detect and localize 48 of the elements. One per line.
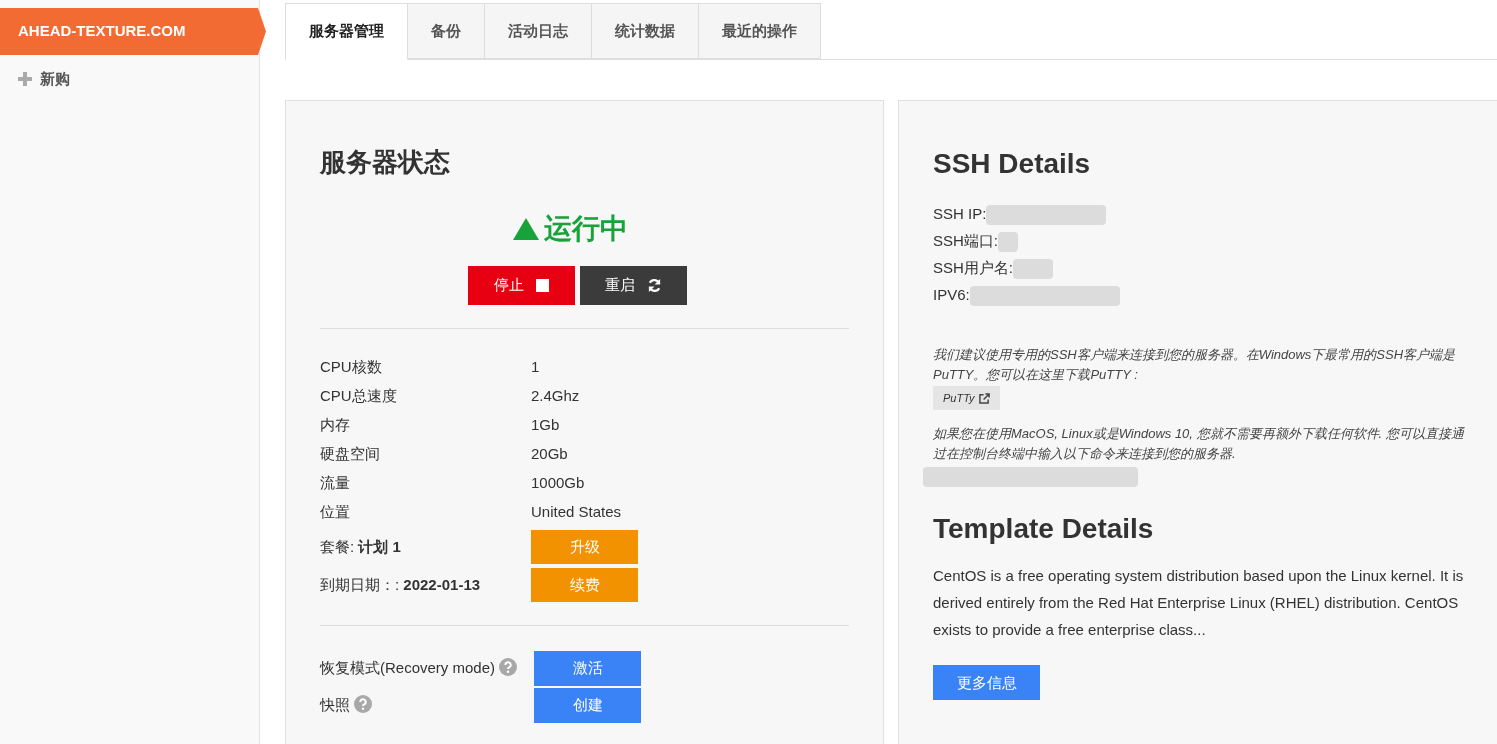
action-label: 快照 <box>320 694 534 717</box>
putty-link[interactable]: PuTTy <box>933 386 1000 411</box>
help-icon <box>354 695 372 714</box>
spec-value: 20Gb <box>531 444 568 465</box>
ssh-field-label: SSH端口: <box>933 231 998 252</box>
spec-value: 1000Gb <box>531 473 585 494</box>
refresh-icon <box>647 278 662 293</box>
spec-label: CPU核数 <box>320 357 383 378</box>
triangle-up-icon <box>511 217 540 241</box>
action-label: 恢复模式(Recovery mode) <box>320 657 534 680</box>
plan-label: 套餐: 计划 1 <box>320 536 402 557</box>
spec-label: 位置 <box>320 502 351 523</box>
help-icon <box>499 658 518 677</box>
spec-label: 流量 <box>320 473 351 494</box>
panel-title: Template Details <box>933 512 1155 547</box>
tab[interactable]: 服务器管理 <box>285 3 408 60</box>
spec-label: 硬盘空间 <box>320 444 381 465</box>
spec-value: 2.4Ghz <box>531 386 580 407</box>
square-icon <box>536 279 549 292</box>
tab[interactable]: 最近的操作 <box>699 3 821 59</box>
panel-title: SSH Details <box>933 147 1092 181</box>
ssh-field-label: IPV6: <box>933 285 970 306</box>
restart-button[interactable]: 重启 <box>580 266 687 305</box>
plan-label: 到期日期：: 2022-01-13 <box>320 574 482 595</box>
spec-label: CPU总速度 <box>320 386 398 407</box>
blurred-value <box>1013 258 1053 279</box>
spec-label: 内存 <box>320 415 351 436</box>
ssh-note: 如果您在使用MacOS, Linux或是Windows 10, 您就不需要再额外下载任何软件. 您可以直接通过在控制台终端中输入以下命令来连接到您的服务器. <box>933 425 1466 464</box>
stop-button[interactable]: 停止 <box>468 266 575 305</box>
plus-icon <box>18 72 32 86</box>
tab[interactable]: 活动日志 <box>485 3 592 59</box>
tab[interactable]: 备份 <box>408 3 485 59</box>
blurred-value <box>998 231 1018 252</box>
activate-button[interactable]: 激活 <box>534 651 641 686</box>
panel-title: 服务器状态 <box>320 146 451 179</box>
sidebar-item[interactable]: 新购 <box>0 55 259 103</box>
more-info-button[interactable]: 更多信息 <box>933 665 1040 701</box>
ssh-field-label: SSH IP: <box>933 204 987 225</box>
template-description: CentOS is a free operating system distribution based upon the Linux kernel. It is derived entirely from the Red Hat Enterprise Linux (RHEL) distribution. CentOS exists to provide a free enterprise class... <box>933 566 1465 641</box>
spec-value: 1Gb <box>531 415 560 436</box>
status-label: 运行中 <box>511 208 628 250</box>
external-link-icon <box>978 392 990 404</box>
ssh-note: 我们建议使用专用的SSH客户端来连接到您的服务器。在Windows下最常用的SSH客户端是PuTTY。您可以在这里下载PuTTY : <box>933 346 1457 384</box>
spec-value: United States <box>531 502 622 523</box>
tab[interactable]: 统计数据 <box>592 3 699 59</box>
ssh-field-label: SSH用户名: <box>933 258 1013 279</box>
spec-value: 1 <box>531 357 540 378</box>
create-button[interactable]: 创建 <box>534 688 641 723</box>
